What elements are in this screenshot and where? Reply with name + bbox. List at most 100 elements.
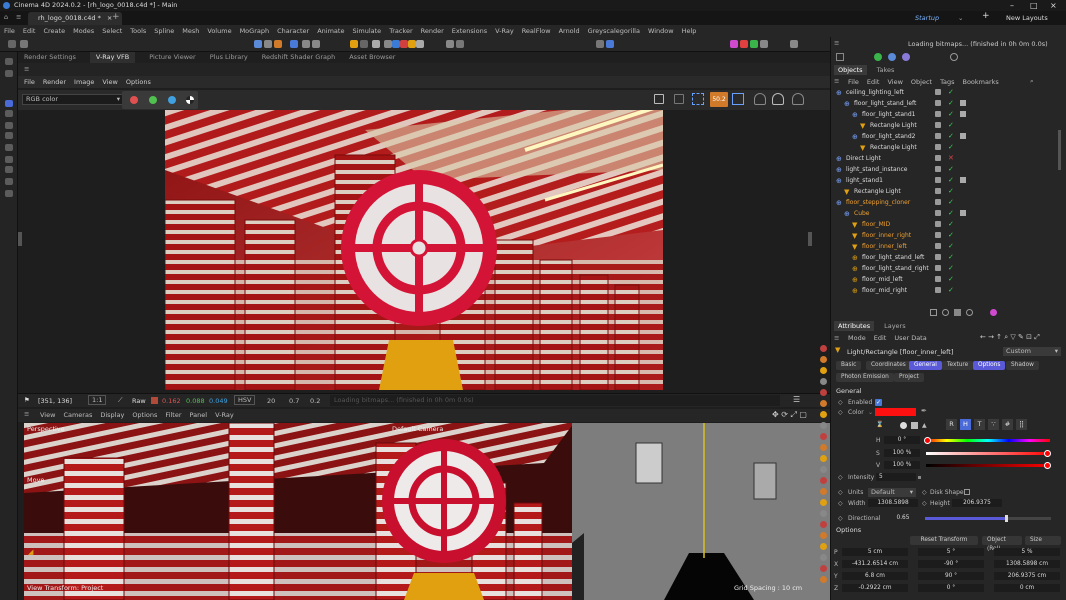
vfb-menu-item[interactable]: Render [43,76,66,88]
null-object-icon[interactable] [874,53,882,61]
toolbar-icon[interactable] [760,40,768,48]
object-tool-icon[interactable] [836,53,844,61]
viewport-hamburger-icon[interactable]: ≡ [24,410,29,418]
side-tool-icon[interactable] [820,356,827,363]
menu-item[interactable]: Tools [130,25,146,37]
swatches-button[interactable]: ⣿ [1016,419,1027,430]
tool-icon[interactable] [5,156,13,163]
toolbar-icon[interactable] [254,40,262,48]
layer-icon-4[interactable] [966,309,973,316]
menu-item[interactable]: Mesh [182,25,199,37]
object-row[interactable]: ⊕ floor_light_stand_left ✓ [832,98,1062,109]
rendered-image[interactable] [165,110,663,390]
side-tool-icon[interactable] [820,488,827,495]
panel-tab[interactable]: Render Settings [24,52,76,63]
toolbar-icon[interactable] [350,40,358,48]
menu-item[interactable]: Spline [154,25,174,37]
hsv-mode-button[interactable]: H [960,419,971,430]
color-swatch[interactable] [875,408,916,416]
object-row[interactable]: ▼ Rectangle Light ✓ [832,186,1062,197]
menu-item[interactable]: Modes [73,25,94,37]
rgb-mode-button[interactable]: R [946,419,957,430]
enable-check-icon[interactable]: ✓ [948,263,954,274]
enable-check-icon[interactable]: ✓ [948,252,954,263]
tool-icon[interactable] [5,132,13,139]
viewport-menu-item[interactable]: Cameras [63,409,92,422]
menu-item[interactable]: Edit [23,25,36,37]
enabled-checkbox[interactable]: ✓ [875,399,882,406]
color-wheel-icon[interactable] [900,422,907,429]
tag-icon[interactable] [960,133,966,139]
camera-label[interactable]: Default Camera [392,425,443,433]
object-menu-item[interactable]: Bookmarks [962,78,998,86]
visibility-toggle[interactable] [935,276,941,282]
disk-shape-diamond-icon[interactable]: ◇ [922,489,927,496]
color-mode-icon[interactable]: ⌛ [876,421,883,428]
tool-icon[interactable] [5,58,13,65]
saturation-field[interactable]: 100 % [884,449,920,457]
viewport-menu-item[interactable]: Display [100,409,124,422]
subtab-photon-emission[interactable]: Photon Emission [836,373,894,382]
enable-check-icon[interactable]: ✓ [948,241,954,252]
transform-field[interactable]: 1308.5898 cm [994,560,1060,568]
spectrum-icon[interactable] [911,422,918,429]
tag-icon[interactable] [960,210,966,216]
object-row[interactable]: ⊕ floor_light_stand_right ✓ [832,263,1062,274]
menu-item[interactable]: Arnold [559,25,580,37]
saturation-slider[interactable] [926,452,1050,455]
menu-item[interactable]: Tracker [389,25,412,37]
visibility-toggle[interactable] [935,243,941,249]
side-tool-icon[interactable] [820,422,827,429]
color-expand-icon[interactable]: ⌄ [868,409,873,416]
enable-check-icon[interactable]: ✓ [948,87,954,98]
add-tab-icon[interactable]: + [112,12,120,22]
value-slider-thumb[interactable] [1044,462,1051,469]
toolbar-icon[interactable] [606,40,614,48]
object-menu-item[interactable]: View [887,78,902,86]
intensity-slider[interactable] [918,476,921,479]
viewport-nav-icons[interactable]: ✥ ⟳ ⤢ ▢ [772,410,807,420]
toolbar-icon[interactable] [302,40,310,48]
toolbar-icon[interactable] [312,40,320,48]
object-row[interactable]: ⊕ light_stand1 ✓ [832,175,1062,186]
eyedropper-icon[interactable]: ✒ [921,407,927,415]
layer-icon-3[interactable] [954,309,961,316]
menu-item[interactable]: Animate [317,25,344,37]
attribute-menu-item[interactable]: Edit [874,334,887,342]
object-menu-item[interactable]: Object [911,78,932,86]
vfb-menu-item[interactable]: Options [126,76,151,88]
object-row[interactable]: ▼ Rectangle Light ✓ [832,120,1062,131]
panel-tab[interactable]: V-Ray VFB [89,52,136,63]
side-tool-icon[interactable] [820,499,827,506]
layer-icon-1[interactable] [930,309,937,316]
side-tool-icon[interactable] [820,510,827,517]
attributes-hamburger-icon[interactable]: ≡ [834,334,839,342]
mixer-mode-button[interactable]: ∵ [988,419,999,430]
subtab-project[interactable]: Project [894,373,924,382]
temperature-mode-button[interactable]: T [974,419,985,430]
visibility-toggle[interactable] [935,232,941,238]
tool-icon[interactable] [5,178,13,185]
visibility-toggle[interactable] [935,111,941,117]
menu-item[interactable]: Create [43,25,65,37]
enable-check-icon[interactable]: ✓ [948,131,954,142]
visibility-toggle[interactable] [935,265,941,271]
object-row[interactable]: ⊕ ceiling_lighting_left ✓ [832,87,1062,98]
enable-check-icon[interactable]: ✓ [948,98,954,109]
visibility-toggle[interactable] [935,89,941,95]
enable-check-icon[interactable]: ✓ [948,208,954,219]
layout-dropdown-icon[interactable]: ⌄ [958,14,963,22]
layout-startup[interactable]: Startup [915,14,939,22]
toolbar-icon[interactable] [20,40,28,48]
side-tool-icon[interactable] [820,411,827,418]
tag-icon[interactable] [960,177,966,183]
toolbar-icon[interactable] [264,40,272,48]
size-select[interactable]: Size [1025,536,1061,545]
object-row[interactable]: ⊕ floor_light_stand_left ✓ [832,252,1062,263]
directional-slider-thumb[interactable] [1005,515,1008,522]
menu-item[interactable]: Extensions [452,25,487,37]
interactive-render-icon[interactable] [772,93,784,105]
close-icon[interactable]: × [1050,0,1057,11]
side-tool-icon[interactable] [820,433,827,440]
color-diamond-icon[interactable]: ◇ [838,409,843,416]
